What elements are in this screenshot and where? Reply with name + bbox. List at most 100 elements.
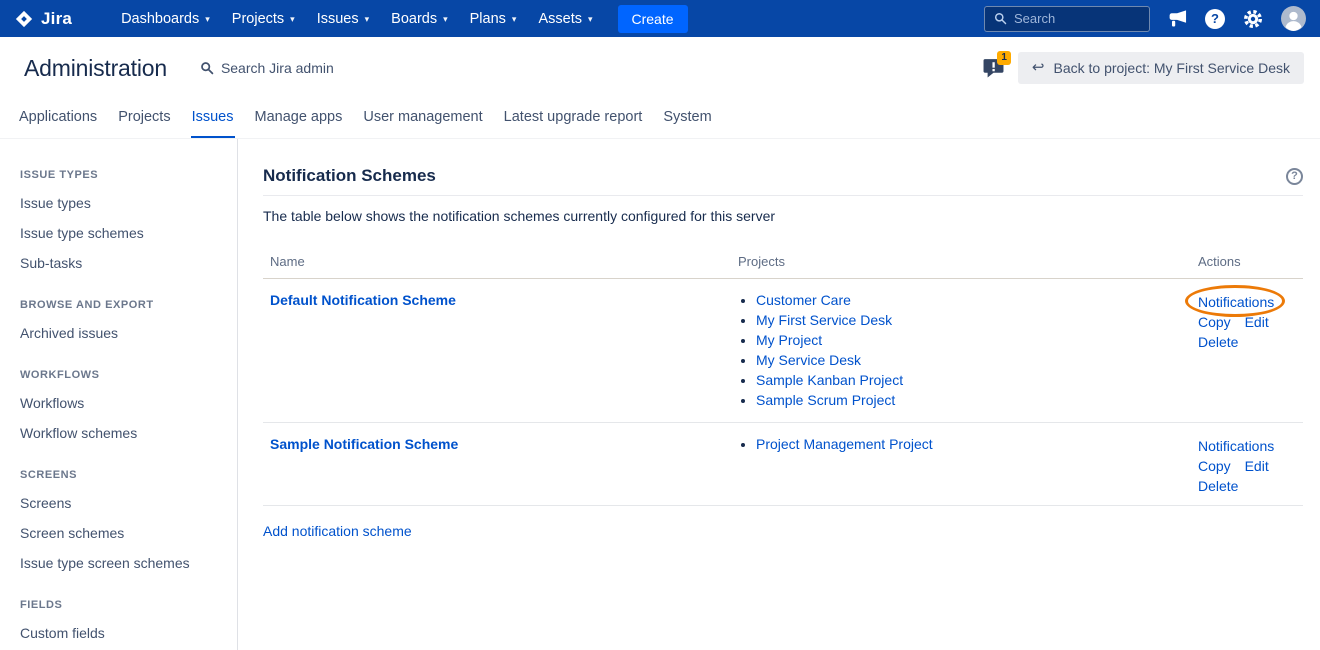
sidebar-item-workflow-schemes[interactable]: Workflow schemes [20, 418, 227, 448]
sidebar-section-title: FIELDS [20, 599, 227, 612]
nav-item-projects[interactable]: Projects ▾ [221, 0, 306, 37]
sidebar-section-browse-export: BROWSE AND EXPORT Archived issues [20, 299, 227, 348]
action-copy-link[interactable]: Copy [1198, 458, 1231, 474]
nav-label: Assets [538, 11, 582, 27]
list-item: My Service Desk [756, 353, 1184, 373]
tab-projects[interactable]: Projects [117, 107, 171, 138]
sidebar-item-screens[interactable]: Screens [20, 488, 227, 518]
content-area: ISSUE TYPES Issue types Issue type schem… [0, 139, 1320, 650]
navbar-search[interactable] [984, 6, 1150, 32]
project-link[interactable]: Sample Scrum Project [756, 392, 895, 408]
sidebar-section-issue-types: ISSUE TYPES Issue types Issue type schem… [20, 169, 227, 278]
action-notifications-link[interactable]: Notifications [1198, 438, 1274, 454]
help-glyph: ? [1205, 9, 1225, 29]
nav-item-issues[interactable]: Issues ▾ [306, 0, 380, 37]
project-link[interactable]: My Project [756, 332, 822, 348]
search-icon [994, 12, 1007, 25]
nav-item-plans[interactable]: Plans ▾ [459, 0, 528, 37]
action-edit-link[interactable]: Edit [1245, 458, 1269, 474]
sidebar-section-title: BROWSE AND EXPORT [20, 299, 227, 312]
jira-logo-icon [14, 9, 34, 29]
sidebar-section-title: WORKFLOWS [20, 369, 227, 382]
list-item: My Project [756, 333, 1184, 353]
brand-name: Jira [41, 9, 72, 29]
action-delete-link[interactable]: Delete [1198, 478, 1238, 494]
tab-applications[interactable]: Applications [18, 107, 98, 138]
page: Jira Dashboards ▾ Projects ▾ Issues ▾ Bo… [0, 0, 1320, 650]
sidebar-section-screens: SCREENS Screens Screen schemes Issue typ… [20, 469, 227, 578]
tab-system[interactable]: System [662, 107, 712, 138]
sidebar-section-title: SCREENS [20, 469, 227, 482]
back-to-project-button[interactable]: ↩ Back to project: My First Service Desk [1018, 52, 1304, 84]
sidebar-item-issue-type-screen-schemes[interactable]: Issue type screen schemes [20, 548, 227, 578]
jira-logo[interactable]: Jira [14, 9, 72, 29]
section-description: The table below shows the notification s… [263, 208, 1303, 224]
whats-new-icon[interactable]: 1 [983, 58, 1005, 78]
admin-search[interactable]: Search Jira admin [200, 60, 334, 76]
project-link[interactable]: Sample Kanban Project [756, 372, 903, 388]
sidebar-item-sub-tasks[interactable]: Sub-tasks [20, 248, 227, 278]
admin-header: Administration Search Jira admin 1 ↩ Bac… [0, 37, 1320, 97]
tab-user-management[interactable]: User management [362, 107, 483, 138]
admin-sidebar: ISSUE TYPES Issue types Issue type schem… [0, 139, 238, 650]
user-avatar[interactable] [1281, 6, 1306, 31]
nav-item-dashboards[interactable]: Dashboards ▾ [110, 0, 221, 37]
sidebar-section-workflows: WORKFLOWS Workflows Workflow schemes [20, 369, 227, 448]
nav-label: Boards [391, 11, 437, 27]
chevron-down-icon: ▾ [588, 14, 593, 25]
scheme-name-link[interactable]: Sample Notification Scheme [270, 436, 458, 452]
sidebar-section-fields: FIELDS Custom fields [20, 599, 227, 648]
admin-tab-bar: Applications Projects Issues Manage apps… [0, 97, 1320, 139]
main-panel: Notification Schemes ? The table below s… [238, 139, 1320, 650]
column-header-actions: Actions [1191, 250, 1303, 279]
list-item: Sample Scrum Project [756, 393, 1184, 413]
nav-label: Projects [232, 11, 284, 27]
tab-latest-upgrade-report[interactable]: Latest upgrade report [503, 107, 644, 138]
project-list: Project Management Project [738, 437, 1184, 457]
column-header-projects: Projects [731, 250, 1191, 279]
project-link[interactable]: Project Management Project [756, 436, 933, 452]
back-arrow-icon: ↩ [1032, 60, 1045, 75]
action-delete-link[interactable]: Delete [1198, 334, 1238, 350]
help-icon[interactable]: ? [1205, 9, 1225, 29]
navbar-search-input[interactable] [1014, 11, 1140, 26]
sidebar-item-custom-fields[interactable]: Custom fields [20, 618, 227, 648]
list-item: My First Service Desk [756, 313, 1184, 333]
sidebar-section-title: ISSUE TYPES [20, 169, 227, 182]
project-link[interactable]: My First Service Desk [756, 312, 892, 328]
project-link[interactable]: My Service Desk [756, 352, 861, 368]
search-icon [200, 61, 214, 75]
nav-label: Issues [317, 11, 359, 27]
sidebar-item-archived-issues[interactable]: Archived issues [20, 318, 227, 348]
create-button[interactable]: Create [618, 5, 688, 33]
notification-schemes-table: Name Projects Actions Default Notificati… [263, 250, 1303, 506]
list-item: Project Management Project [756, 437, 1184, 457]
tab-issues[interactable]: Issues [191, 107, 235, 138]
action-edit-link[interactable]: Edit [1245, 314, 1269, 330]
action-copy-link[interactable]: Copy [1198, 314, 1231, 330]
project-link[interactable]: Customer Care [756, 292, 851, 308]
admin-search-label: Search Jira admin [221, 60, 334, 76]
top-navbar: Jira Dashboards ▾ Projects ▾ Issues ▾ Bo… [0, 0, 1320, 37]
table-row: Sample Notification Scheme Project Manag… [263, 423, 1303, 506]
page-title: Administration [24, 55, 167, 82]
notification-count-badge: 1 [997, 51, 1011, 65]
settings-gear-icon[interactable] [1242, 8, 1264, 30]
sidebar-item-issue-types[interactable]: Issue types [20, 188, 227, 218]
sidebar-item-issue-type-schemes[interactable]: Issue type schemes [20, 218, 227, 248]
nav-item-boards[interactable]: Boards ▾ [380, 0, 458, 37]
feedback-megaphone-icon[interactable] [1167, 9, 1188, 28]
section-help-icon[interactable]: ? [1286, 168, 1303, 185]
nav-item-assets[interactable]: Assets ▾ [527, 0, 603, 37]
chevron-down-icon: ▾ [205, 14, 210, 25]
chevron-down-icon: ▾ [290, 14, 295, 25]
list-item: Sample Kanban Project [756, 373, 1184, 393]
tab-manage-apps[interactable]: Manage apps [254, 107, 344, 138]
sidebar-item-screen-schemes[interactable]: Screen schemes [20, 518, 227, 548]
sidebar-item-workflows[interactable]: Workflows [20, 388, 227, 418]
add-notification-scheme-link[interactable]: Add notification scheme [263, 523, 412, 539]
main-header: Notification Schemes ? [263, 166, 1303, 196]
action-notifications-link[interactable]: Notifications [1198, 294, 1274, 310]
scheme-name-link[interactable]: Default Notification Scheme [270, 292, 456, 308]
table-row: Default Notification Scheme Customer Car… [263, 279, 1303, 423]
